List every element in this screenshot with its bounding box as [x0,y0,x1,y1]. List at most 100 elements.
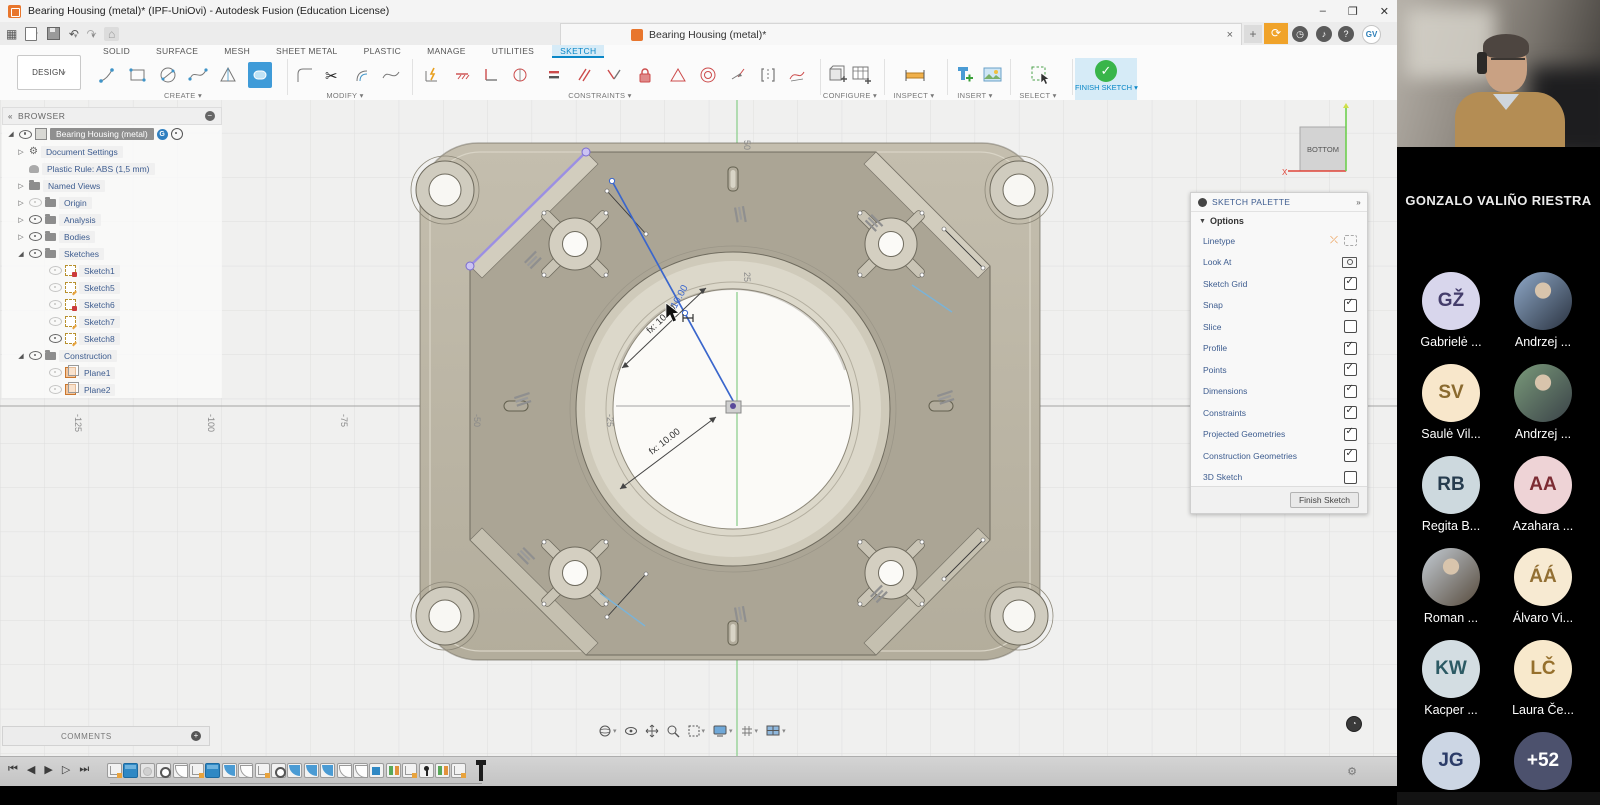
redo-button[interactable]: ↷▾ [86,27,95,41]
browser-item-label[interactable]: Document Settings [41,146,123,158]
browser-item-sketch5[interactable]: Sketch5 [2,279,222,296]
trim-tool-icon[interactable]: ✂ [321,62,345,88]
participant-tile[interactable]: GŽGabrielė ... [1405,272,1497,349]
activate-radio-icon[interactable] [171,128,183,140]
grid-settings-icon[interactable]: ▾ [740,724,759,738]
line-tool-icon[interactable] [96,62,120,88]
linetype-alt-icon[interactable] [1344,235,1357,246]
browser-item-analysis[interactable]: ▷ Analysis [2,211,222,228]
timeline-feature-disabled[interactable] [140,763,155,778]
linetype-construction-icon[interactable]: ⤫ [1330,235,1338,246]
insert-image-tool-icon[interactable] [981,62,1005,88]
browser-item-sketch6[interactable]: Sketch6 [2,296,222,313]
browser-item-label[interactable]: Sketch6 [79,299,120,311]
timeline-feature-sketch[interactable] [255,763,270,778]
participant-tile[interactable]: Andrzej ... [1497,364,1589,441]
origin-widget[interactable] [726,401,741,413]
participant-tile[interactable]: LČLaura Če... [1497,640,1589,717]
checkbox-checked[interactable] [1344,342,1357,355]
tab-utilities[interactable]: UTILITIES [484,45,542,58]
browser-item-label[interactable]: Analysis [59,214,101,226]
midpoint-tool-icon[interactable] [666,62,690,88]
document-tab-close-icon[interactable]: × [1227,29,1233,41]
browser-item-plastic-rule-abs-1-5-mm-[interactable]: Plastic Rule: ABS (1,5 mm) [2,160,222,177]
home-icon[interactable]: ⌂ [104,27,119,41]
expand-arrow-icon[interactable]: ▷ [16,148,26,156]
insert-fastener-tool-icon[interactable] [952,62,976,88]
tab-mesh[interactable]: MESH [216,45,258,58]
checkbox-unchecked[interactable] [1344,471,1357,484]
tab-sheet-metal[interactable]: SHEET METAL [268,45,346,58]
browser-item-sketch7[interactable]: Sketch7 [2,313,222,330]
timeline-feature-sketch[interactable] [451,763,466,778]
browser-item-label[interactable]: Plastic Rule: ABS (1,5 mm) [42,163,155,175]
expand-right-icon[interactable]: » [1356,198,1361,207]
browser-item-label[interactable]: Sketches [59,248,104,260]
timeline-begin-icon[interactable]: ⏮ [8,763,18,776]
look-at-icon[interactable] [624,724,638,738]
visibility-eye-icon[interactable] [29,198,42,207]
help-icon[interactable]: ? [1338,26,1354,42]
speaker-video[interactable] [1397,0,1600,147]
timeline-feature-wedgewhite[interactable] [238,763,253,778]
browser-item-bodies[interactable]: ▷Bodies [2,228,222,245]
browser-item-label[interactable]: Sketch7 [79,316,120,328]
checkbox-checked[interactable] [1344,277,1357,290]
offset-tool-icon[interactable] [350,62,374,88]
timeline-step-forward-icon[interactable]: ▷ [62,763,70,776]
look-at-camera-icon[interactable] [1342,257,1357,268]
notifications-bell-icon[interactable]: ♪ [1316,26,1332,42]
expand-arrow-icon[interactable]: ▷ [16,199,26,207]
select-tool-icon[interactable] [1028,62,1052,88]
parallel-tool-icon[interactable] [572,62,596,88]
group-label-create[interactable]: CREATE ▾ [164,91,202,100]
tab-plastic[interactable]: PLASTIC [356,45,410,58]
checkbox-checked[interactable] [1344,385,1357,398]
browser-item-origin[interactable]: ▷Origin [2,194,222,211]
group-label-modify[interactable]: MODIFY ▾ [326,91,363,100]
participant-tile[interactable]: +52 [1497,732,1589,790]
browser-item-plane1[interactable]: Plane1 [2,364,222,381]
zoom-icon[interactable] [666,724,680,738]
group-label-select[interactable]: SELECT ▾ [1019,91,1056,100]
minimize-button[interactable]: – [1320,5,1326,17]
configure-tool-icon[interactable] [826,62,850,88]
participant-tile[interactable]: Roman ... [1405,548,1497,625]
browser-item-sketch8[interactable]: Sketch8 [2,330,222,347]
timeline-feature-rectblue[interactable] [369,763,384,778]
save-icon[interactable] [47,27,60,40]
timeline-play-icon[interactable]: ▶ [44,763,52,776]
perpendicular-tool-icon[interactable] [602,62,626,88]
visibility-eye-icon[interactable] [49,300,62,309]
group-label-configure[interactable]: CONFIGURE ▾ [823,91,877,100]
collapse-panel-icon[interactable]: « [8,112,13,121]
checkbox-checked[interactable] [1344,449,1357,462]
checkbox-checked[interactable] [1344,299,1357,312]
add-comment-icon[interactable]: + [191,731,201,741]
browser-item-label[interactable]: Bodies [59,231,95,243]
timeline-feature-wedgeblue[interactable] [222,763,237,778]
expand-arrow-icon[interactable]: ▷ [16,216,26,224]
visibility-eye-icon[interactable] [49,368,62,377]
browser-item-label[interactable]: Plane1 [79,367,115,379]
finish-sketch-small-button[interactable]: Finish Sketch [1290,492,1359,508]
tab-manage[interactable]: MANAGE [419,45,474,58]
slot-tool-icon[interactable] [248,62,272,88]
browser-item-label[interactable]: Construction [59,350,117,362]
expand-arrow-icon[interactable]: ◢ [16,250,26,258]
checkbox-unchecked[interactable] [1344,320,1357,333]
palette-header[interactable]: SKETCH PALETTE » [1191,193,1367,212]
timeline-settings-gear-icon[interactable]: ⚙ [1347,765,1357,778]
timeline-feature-wedgewhite[interactable] [173,763,188,778]
timeline-end-icon[interactable]: ⏭ [79,763,89,776]
fit-icon[interactable]: ▾ [687,724,706,738]
tangent-tool-icon[interactable] [726,62,750,88]
new-file-button[interactable]: ▾ [25,27,38,41]
browser-item-label[interactable]: Sketch5 [79,282,120,294]
group-label-inspect[interactable]: INSPECT ▾ [894,91,935,100]
participant-tile[interactable]: SVSaulė Vil... [1405,364,1497,441]
browser-item-label[interactable]: Sketch1 [79,265,120,277]
curvature-tool-icon[interactable] [785,62,809,88]
browser-item-label[interactable]: Plane2 [79,384,115,396]
job-status-icon[interactable]: ⟳ [1264,23,1288,44]
